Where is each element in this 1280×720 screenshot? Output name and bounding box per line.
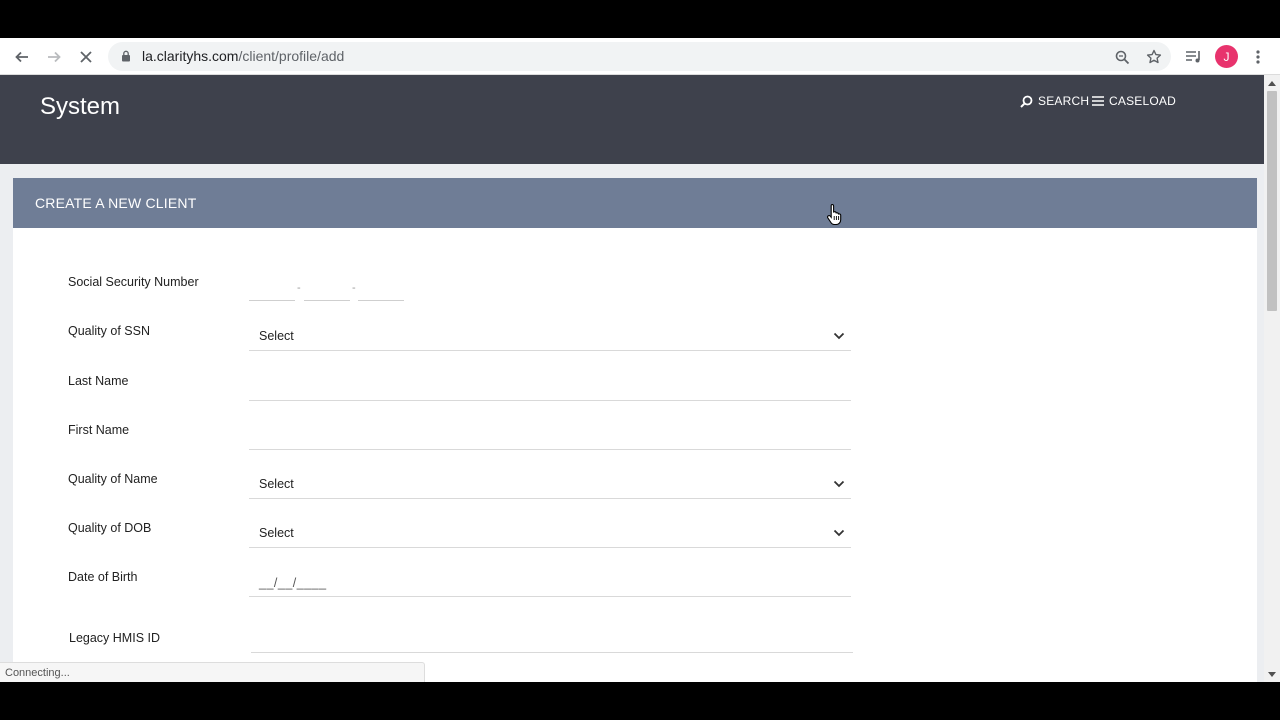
last-name-label: Last Name: [68, 374, 129, 388]
dob-input[interactable]: __/__/____: [259, 576, 327, 590]
zoom-icon[interactable]: [1111, 46, 1133, 68]
scroll-down-arrow[interactable]: [1268, 672, 1276, 677]
stop-loading-icon[interactable]: [75, 46, 97, 68]
profile-avatar[interactable]: J: [1215, 45, 1238, 68]
panel-title: CREATE A NEW CLIENT: [35, 195, 197, 211]
first-name-input[interactable]: [249, 449, 851, 450]
caseload-link[interactable]: CASELOAD: [1092, 94, 1176, 108]
first-name-label: First Name: [68, 423, 130, 437]
hand-cursor-icon: [827, 203, 842, 225]
search-link-label: SEARCH: [1038, 94, 1090, 108]
status-bubble: Connecting...: [0, 662, 425, 682]
url-text: la.clarityhs.com/client/profile/add: [142, 48, 344, 64]
dob-label: Date of Birth: [68, 570, 138, 584]
name-quality-label: Quality of Name: [68, 472, 158, 486]
ssn-part-3-input[interactable]: [358, 300, 404, 301]
name-quality-select[interactable]: Select: [259, 477, 294, 491]
screen: la.clarityhs.com/client/profile/add J Sy…: [0, 0, 1280, 720]
forward-arrow-icon[interactable]: [43, 46, 65, 68]
app-header: System SEARCH CASELOAD: [0, 75, 1264, 164]
status-text: Connecting...: [5, 667, 70, 679]
list-icon: [1092, 96, 1104, 106]
ssn-quality-select[interactable]: Select: [259, 329, 294, 343]
scroll-up-arrow[interactable]: [1268, 81, 1276, 86]
lock-icon: [122, 50, 130, 62]
browser-toolbar: la.clarityhs.com/client/profile/add J: [0, 38, 1280, 75]
scroll-thumb[interactable]: [1267, 91, 1277, 311]
ssn-dash: -: [297, 282, 301, 294]
app-title: System: [40, 93, 121, 120]
star-icon[interactable]: [1143, 46, 1165, 68]
create-client-panel: CREATE A NEW CLIENT Social Security Numb…: [13, 178, 1257, 682]
dob-quality-label: Quality of DOB: [68, 521, 152, 535]
ssn-quality-label: Quality of SSN: [68, 324, 150, 338]
search-link[interactable]: SEARCH: [1020, 94, 1089, 108]
page-scrollbar[interactable]: [1264, 75, 1280, 682]
address-bar[interactable]: la.clarityhs.com/client/profile/add: [108, 42, 1171, 71]
url-path: /client/profile/add: [238, 48, 345, 64]
panel-header: CREATE A NEW CLIENT: [13, 178, 1257, 228]
search-icon: [1020, 95, 1033, 108]
chevron-down-icon[interactable]: [833, 332, 845, 340]
legacy-id-input[interactable]: [251, 652, 853, 653]
ssn-part-1-input[interactable]: [249, 300, 295, 301]
kebab-menu-icon[interactable]: [1247, 46, 1269, 68]
legacy-id-label: Legacy HMIS ID: [69, 631, 161, 645]
ssn-part-2-input[interactable]: [304, 300, 350, 301]
dob-quality-select[interactable]: Select: [259, 526, 294, 540]
url-host: la.clarityhs.com: [142, 48, 239, 64]
back-arrow-icon[interactable]: [11, 46, 33, 68]
ssn-dash: -: [352, 282, 356, 294]
dob-underline: [249, 596, 851, 597]
page-viewport: System SEARCH CASELOAD CREATE A NEW CLIE…: [0, 75, 1264, 682]
name-quality-underline: [249, 498, 851, 499]
chevron-down-icon[interactable]: [833, 480, 845, 488]
media-queue-icon[interactable]: [1182, 46, 1204, 68]
ssn-label: Social Security Number: [68, 275, 199, 289]
dob-quality-underline: [249, 547, 851, 548]
caseload-link-label: CASELOAD: [1109, 94, 1176, 108]
ssn-quality-underline: [249, 350, 851, 351]
last-name-input[interactable]: [249, 400, 851, 401]
chevron-down-icon[interactable]: [833, 529, 845, 537]
